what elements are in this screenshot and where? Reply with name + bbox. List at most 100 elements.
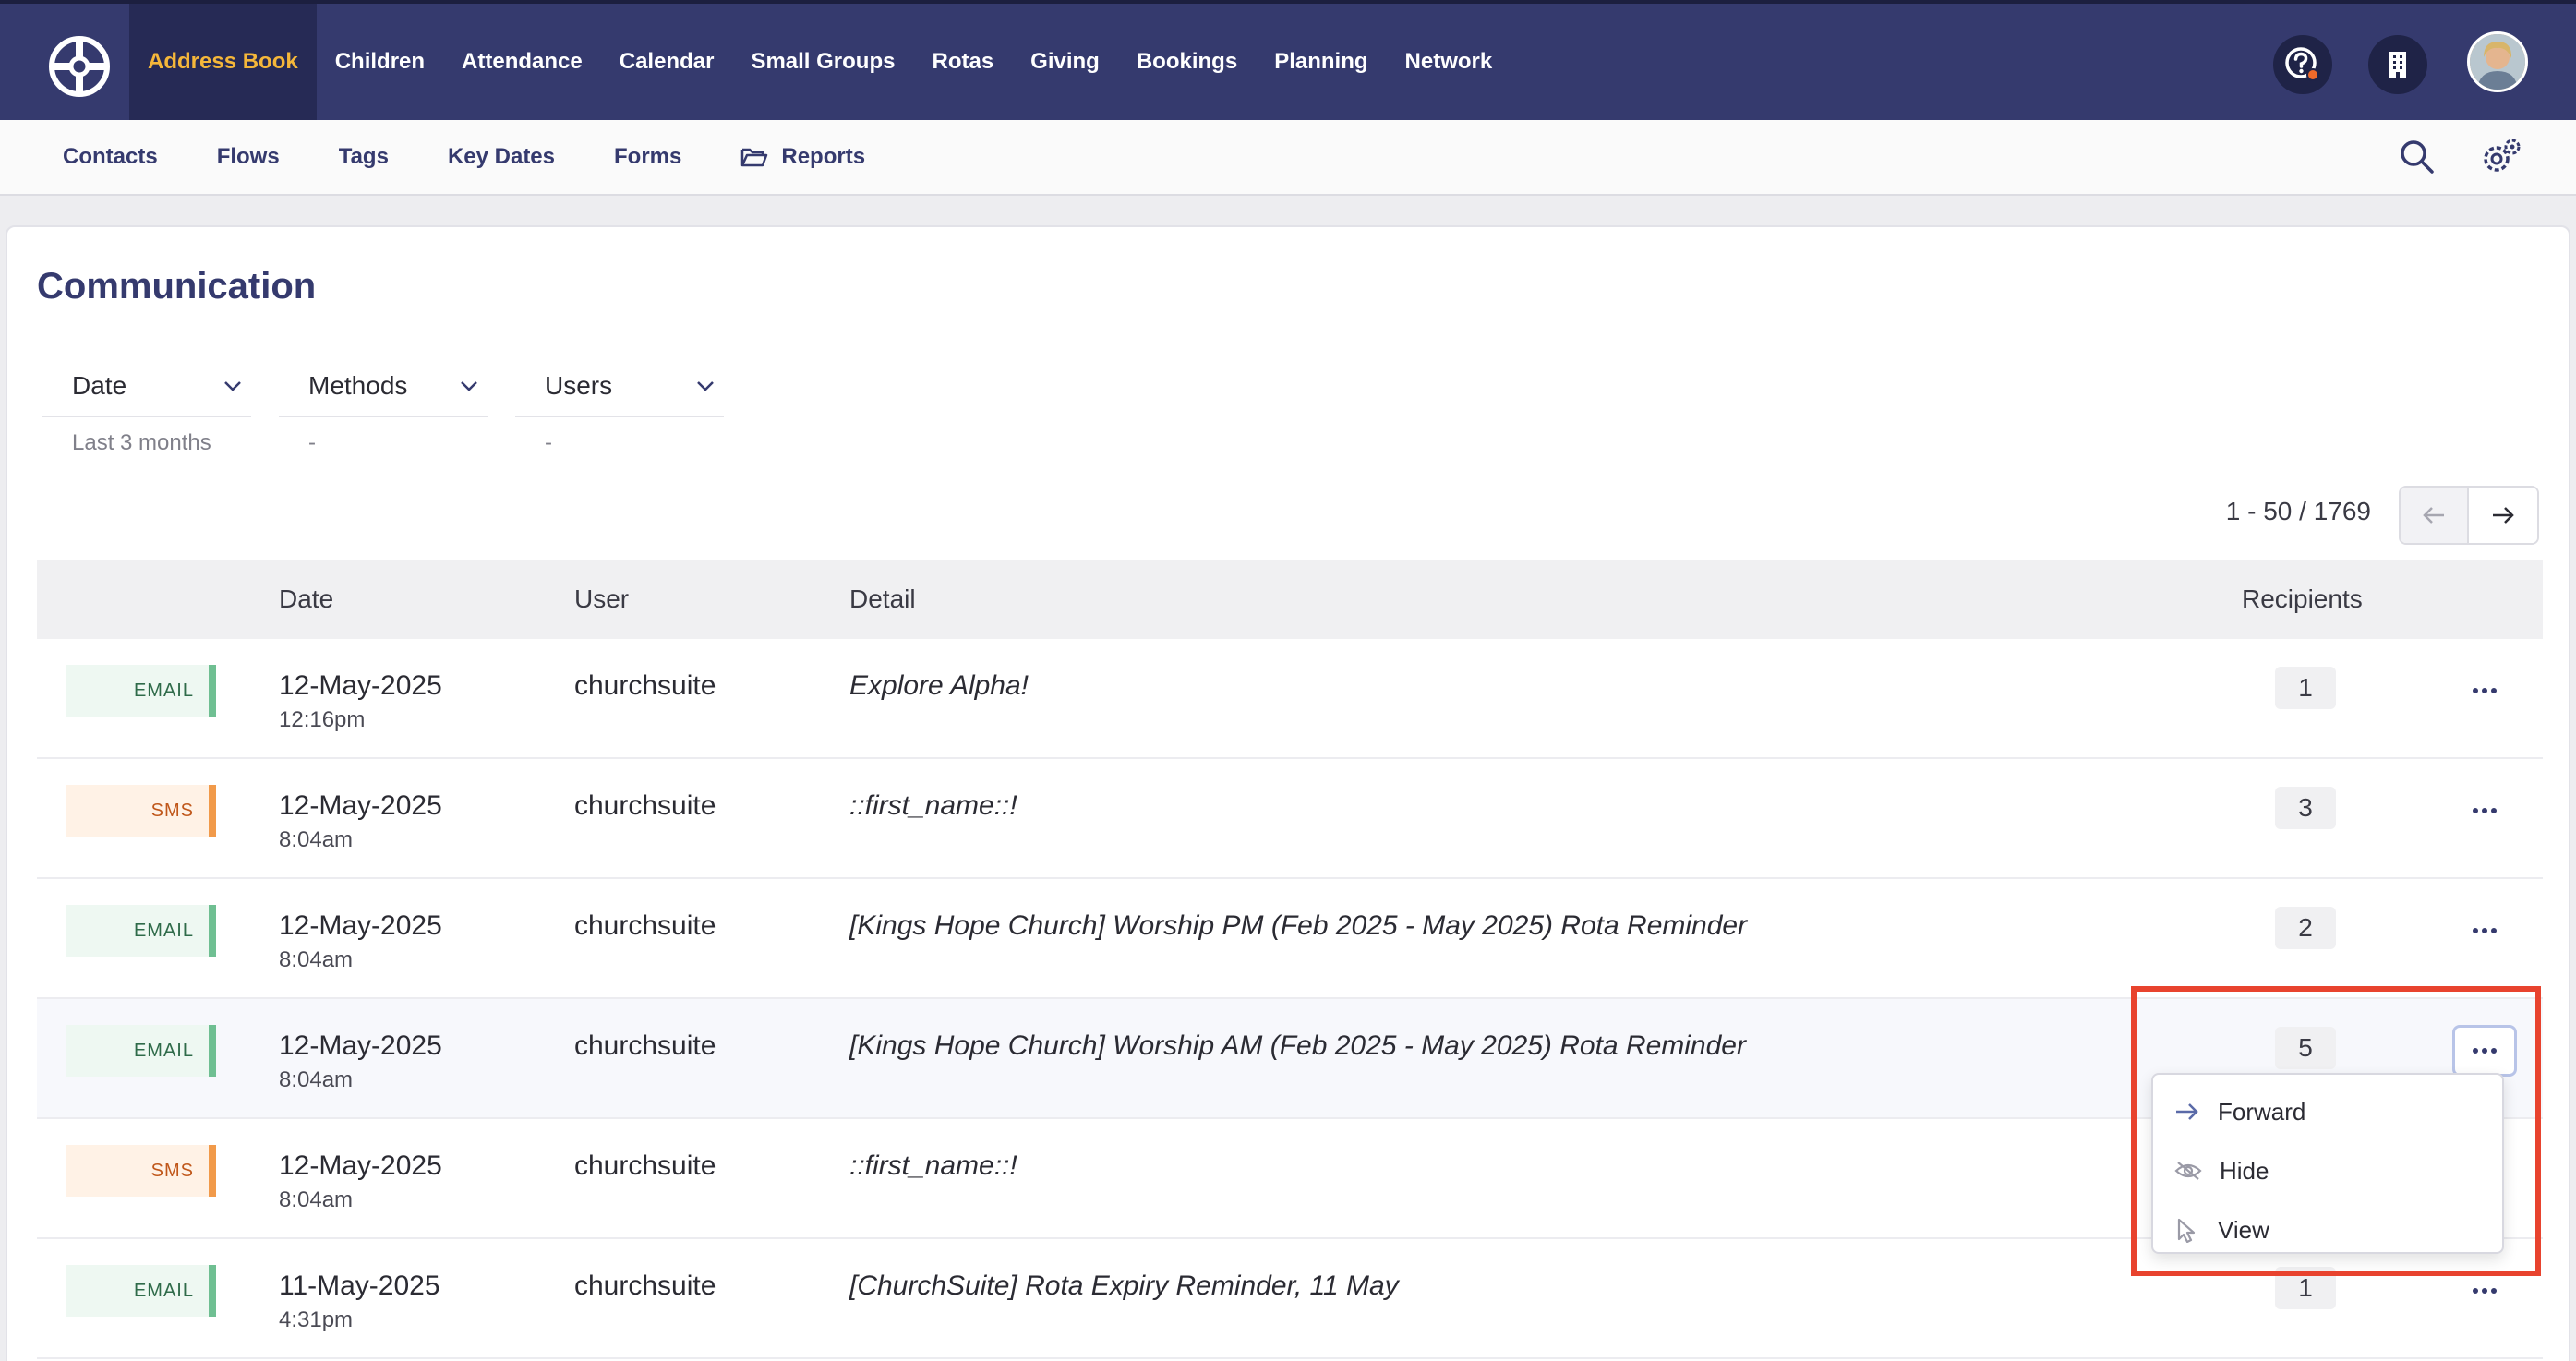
- help-button[interactable]: [2273, 35, 2332, 94]
- user-avatar[interactable]: [2467, 31, 2528, 92]
- pagination-controls: [2399, 486, 2539, 545]
- churchsuite-logo-icon[interactable]: [48, 35, 111, 98]
- table-header: Date User Detail Recipients: [37, 560, 2543, 639]
- building-icon: [2389, 52, 2406, 78]
- recipients-count: 3: [2275, 787, 2336, 829]
- filter-users[interactable]: Users -: [515, 356, 724, 456]
- row-user: churchsuite: [574, 1150, 716, 1181]
- page-title: Communication: [37, 266, 317, 307]
- filter-date-dropdown[interactable]: Date: [42, 356, 251, 417]
- row-detail[interactable]: [Kings Hope Church] Worship PM (Feb 2025…: [849, 910, 1747, 942]
- arrow-right-icon: [2493, 507, 2514, 524]
- subnav-contacts[interactable]: Contacts: [33, 120, 187, 194]
- header-recipients[interactable]: Recipients: [2242, 560, 2363, 639]
- more-dots-icon: [2473, 1288, 2497, 1294]
- header-user[interactable]: User: [574, 560, 629, 639]
- annotation-highlight-box: [2131, 986, 2541, 1276]
- nav-children[interactable]: Children: [317, 4, 443, 120]
- row-time: 8:04am: [279, 947, 354, 972]
- subnav-reports[interactable]: Reports: [711, 120, 895, 194]
- help-icon: [2285, 47, 2319, 81]
- filter-methods-dropdown[interactable]: Methods: [279, 356, 488, 417]
- row-time: 8:04am: [279, 827, 354, 852]
- more-dots-icon: [2473, 808, 2497, 813]
- nav-planning[interactable]: Planning: [1256, 4, 1386, 120]
- nav-calendar[interactable]: Calendar: [601, 4, 733, 120]
- row-time: 12:16pm: [279, 707, 366, 732]
- row-date: 12-May-2025: [279, 1030, 442, 1061]
- row-user: churchsuite: [574, 790, 716, 821]
- sub-tools: [2397, 137, 2522, 177]
- header-detail[interactable]: Detail: [849, 560, 916, 639]
- sub-nav: Contacts Flows Tags Key Dates Forms Repo…: [33, 120, 895, 194]
- header-date[interactable]: Date: [279, 560, 333, 639]
- row-detail[interactable]: [Kings Hope Church] Worship AM (Feb 2025…: [849, 1030, 1746, 1062]
- method-badge: SMS: [66, 1145, 216, 1197]
- filter-methods-label: Methods: [308, 371, 408, 400]
- nav-network[interactable]: Network: [1387, 4, 1511, 120]
- more-dots-icon: [2473, 688, 2497, 693]
- row-date: 11-May-2025: [279, 1271, 440, 1301]
- row-detail[interactable]: Explore Alpha!: [849, 670, 1029, 702]
- filter-methods-value: -: [308, 430, 316, 455]
- chevron-down-icon: [224, 381, 241, 391]
- row-actions-button[interactable]: [2452, 785, 2517, 837]
- row-user: churchsuite: [574, 670, 716, 701]
- more-dots-icon: [2473, 928, 2497, 933]
- table-row[interactable]: EMAIL 12-May-2025 8:04am churchsuite [Ki…: [37, 879, 2543, 999]
- filter-users-value: -: [545, 430, 552, 455]
- nav-giving[interactable]: Giving: [1012, 4, 1118, 120]
- row-time: 8:04am: [279, 1187, 354, 1212]
- table-row[interactable]: EMAIL 12-May-2025 12:16pm churchsuite Ex…: [37, 639, 2543, 759]
- filter-methods[interactable]: Methods -: [279, 356, 488, 456]
- nav-attendance[interactable]: Attendance: [443, 4, 601, 120]
- next-page-button[interactable]: [2469, 488, 2537, 543]
- arrow-left-icon: [2423, 507, 2444, 524]
- row-time: 4:31pm: [279, 1307, 354, 1332]
- filter-users-label: Users: [545, 371, 613, 400]
- search-icon[interactable]: [2397, 137, 2438, 177]
- filter-date[interactable]: Date Last 3 months: [42, 356, 251, 456]
- row-detail[interactable]: ::first_name::!: [849, 1150, 1017, 1182]
- subnav-reports-label: Reports: [781, 144, 866, 169]
- subnav-forms[interactable]: Forms: [584, 120, 711, 194]
- filter-date-label: Date: [72, 371, 127, 400]
- nav-bookings[interactable]: Bookings: [1118, 4, 1256, 120]
- recipients-count: 2: [2275, 907, 2336, 949]
- row-detail[interactable]: ::first_name::!: [849, 790, 1017, 822]
- chevron-down-icon: [697, 381, 714, 391]
- recipients-count: 1: [2275, 667, 2336, 709]
- avatar-image: [2470, 34, 2525, 90]
- subnav-tags[interactable]: Tags: [309, 120, 418, 194]
- chevron-down-icon: [461, 381, 477, 391]
- row-user: churchsuite: [574, 1030, 716, 1061]
- nav-rotas[interactable]: Rotas: [913, 4, 1012, 120]
- row-detail[interactable]: [ChurchSuite] Rota Expiry Reminder, 11 M…: [849, 1271, 1399, 1302]
- pagination-text: 1 - 50 / 1769: [2225, 497, 2371, 525]
- settings-gears-icon[interactable]: [2480, 137, 2522, 177]
- row-user: churchsuite: [574, 1271, 716, 1301]
- main-nav: Address Book Children Attendance Calenda…: [129, 4, 1511, 120]
- row-time: 8:04am: [279, 1067, 354, 1092]
- previous-page-button[interactable]: [2401, 488, 2469, 543]
- filter-date-value: Last 3 months: [72, 430, 211, 455]
- method-badge: EMAIL: [66, 1025, 216, 1077]
- row-actions-button[interactable]: [2452, 905, 2517, 957]
- nav-small-groups[interactable]: Small Groups: [732, 4, 913, 120]
- top-navigation-bar: Address Book Children Attendance Calenda…: [0, 0, 2576, 120]
- method-badge: EMAIL: [66, 665, 216, 717]
- row-date: 12-May-2025: [279, 790, 442, 821]
- method-badge: EMAIL: [66, 905, 216, 957]
- row-date: 12-May-2025: [279, 1150, 442, 1181]
- subnav-flows[interactable]: Flows: [187, 120, 309, 194]
- row-date: 12-May-2025: [279, 670, 442, 701]
- sub-navigation-bar: Contacts Flows Tags Key Dates Forms Repo…: [0, 120, 2576, 196]
- filter-users-dropdown[interactable]: Users: [515, 356, 724, 417]
- row-date: 12-May-2025: [279, 910, 442, 941]
- row-actions-button[interactable]: [2452, 665, 2517, 717]
- organisation-button[interactable]: [2368, 35, 2427, 94]
- table-row[interactable]: SMS 12-May-2025 8:04am churchsuite ::fir…: [37, 759, 2543, 879]
- row-user: churchsuite: [574, 910, 716, 941]
- nav-address-book[interactable]: Address Book: [129, 4, 317, 120]
- subnav-key-dates[interactable]: Key Dates: [418, 120, 584, 194]
